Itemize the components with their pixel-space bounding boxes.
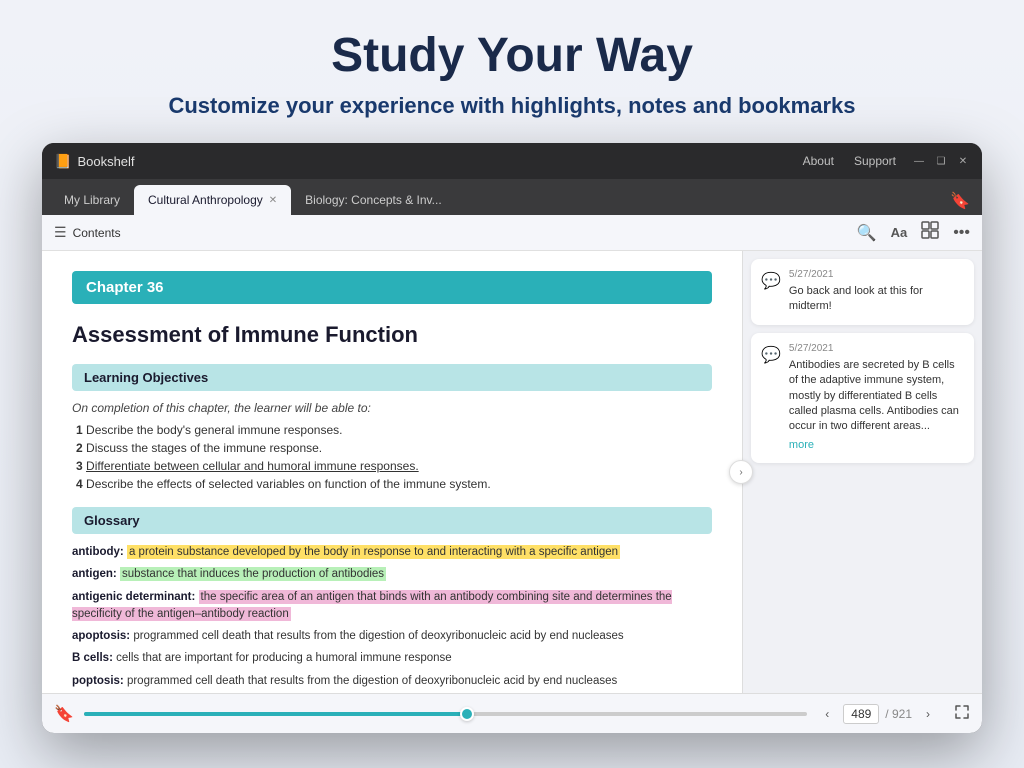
title-bar-actions: About Support bbox=[803, 154, 896, 168]
about-link[interactable]: About bbox=[803, 154, 834, 168]
contents-button[interactable]: ☰ Contents bbox=[54, 224, 121, 241]
app-icon: 📙 bbox=[54, 153, 71, 170]
objective-1: 1 Describe the body's general immune res… bbox=[72, 423, 712, 437]
tab-my-library[interactable]: My Library bbox=[50, 185, 134, 215]
page-number-input[interactable] bbox=[843, 704, 879, 724]
hero-subtitle: Customize your experience with highlight… bbox=[168, 93, 855, 119]
restore-button[interactable]: ❑ bbox=[934, 154, 948, 168]
hero-title: Study Your Way bbox=[331, 28, 693, 83]
progress-bar[interactable] bbox=[84, 712, 807, 716]
main-area: Chapter 36 Assessment of Immune Function… bbox=[42, 251, 982, 693]
glossary-apoptosis: apoptosis: programmed cell death that re… bbox=[72, 628, 712, 645]
panel-toggle-button[interactable]: › bbox=[729, 460, 753, 484]
page-total: / 921 bbox=[885, 707, 912, 721]
objective-4: 4 Describe the effects of selected varia… bbox=[72, 477, 712, 491]
tab-biology-label: Biology: Concepts & Inv... bbox=[305, 193, 442, 207]
glossary-antibody: antibody: a protein substance developed … bbox=[72, 544, 712, 561]
search-icon[interactable]: 🔍 bbox=[857, 223, 877, 243]
tab-bar: My Library Cultural Anthropology ✕ Biolo… bbox=[42, 179, 982, 215]
objective-2: 2 Discuss the stages of the immune respo… bbox=[72, 441, 712, 455]
support-link[interactable]: Support bbox=[854, 154, 896, 168]
minimize-button[interactable]: — bbox=[912, 154, 926, 168]
progress-fill bbox=[84, 712, 467, 716]
next-page-button[interactable]: › bbox=[918, 704, 938, 724]
tab-my-library-label: My Library bbox=[64, 193, 120, 207]
font-size-icon[interactable]: Aa bbox=[891, 225, 908, 240]
page-wrapper: Study Your Way Customize your experience… bbox=[0, 0, 1024, 768]
glossary-poptosis: poptosis: programmed cell death that res… bbox=[72, 673, 712, 690]
app-name: Bookshelf bbox=[77, 154, 802, 169]
close-button[interactable]: ✕ bbox=[956, 154, 970, 168]
note-content-2: 5/27/2021 Antibodies are secreted by B c… bbox=[789, 343, 964, 453]
contents-icon: ☰ bbox=[54, 224, 67, 241]
fullscreen-button[interactable] bbox=[954, 704, 970, 723]
bookmark-tab-icon[interactable]: 🔖 bbox=[950, 191, 970, 211]
chapter-title: Assessment of Immune Function bbox=[72, 322, 712, 348]
note-icon-2: 💬 bbox=[761, 345, 781, 453]
note-date-2: 5/27/2021 bbox=[789, 343, 964, 354]
tab-biology[interactable]: Biology: Concepts & Inv... bbox=[291, 185, 456, 215]
tab-cultural-anthropology-label: Cultural Anthropology bbox=[148, 193, 263, 207]
book-content: Chapter 36 Assessment of Immune Function… bbox=[42, 251, 742, 693]
tab-cultural-anthropology[interactable]: Cultural Anthropology ✕ bbox=[134, 185, 291, 215]
bookmark-button[interactable]: 🔖 bbox=[54, 704, 74, 724]
note-card-1: 💬 5/27/2021 Go back and look at this for… bbox=[751, 259, 974, 325]
learning-objectives-header: Learning Objectives bbox=[72, 364, 712, 391]
note-card-2: 💬 5/27/2021 Antibodies are secreted by B… bbox=[751, 333, 974, 463]
glossary-header: Glossary bbox=[72, 507, 712, 534]
progress-thumb[interactable] bbox=[460, 707, 474, 721]
toolbar: ☰ Contents 🔍 Aa ••• bbox=[42, 215, 982, 251]
note-date-1: 5/27/2021 bbox=[789, 269, 964, 280]
more-icon[interactable]: ••• bbox=[953, 224, 970, 242]
objective-3: 3 Differentiate between cellular and hum… bbox=[72, 459, 712, 473]
toolbar-actions: 🔍 Aa ••• bbox=[857, 221, 970, 244]
glossary-b-cells: B cells: cells that are important for pr… bbox=[72, 650, 712, 667]
right-panel: › 💬 5/27/2021 Go back and look at this f… bbox=[742, 251, 982, 693]
note-text-2: Antibodies are secreted by B cells of th… bbox=[789, 358, 964, 435]
note-content-1: 5/27/2021 Go back and look at this for m… bbox=[789, 269, 964, 315]
prev-page-button[interactable]: ‹ bbox=[817, 704, 837, 724]
note-icon-1: 💬 bbox=[761, 271, 781, 315]
note-text-1: Go back and look at this for midterm! bbox=[789, 284, 964, 315]
tab-close-icon[interactable]: ✕ bbox=[269, 195, 277, 206]
page-nav: ‹ / 921 › bbox=[817, 704, 938, 724]
app-window: 📙 Bookshelf About Support — ❑ ✕ My Libra… bbox=[42, 143, 982, 733]
glossary-antigenic-determinant: antigenic determinant: the specific area… bbox=[72, 589, 712, 624]
note-more-link[interactable]: more bbox=[789, 439, 814, 451]
layout-icon[interactable] bbox=[921, 221, 939, 244]
contents-label: Contents bbox=[73, 226, 121, 240]
bottom-bar: 🔖 ‹ / 921 › bbox=[42, 693, 982, 733]
title-bar-controls: — ❑ ✕ bbox=[912, 154, 970, 168]
objectives-intro: On completion of this chapter, the learn… bbox=[72, 401, 712, 415]
chapter-header: Chapter 36 bbox=[72, 271, 712, 304]
glossary-antigen: antigen: substance that induces the prod… bbox=[72, 566, 712, 583]
title-bar: 📙 Bookshelf About Support — ❑ ✕ bbox=[42, 143, 982, 179]
